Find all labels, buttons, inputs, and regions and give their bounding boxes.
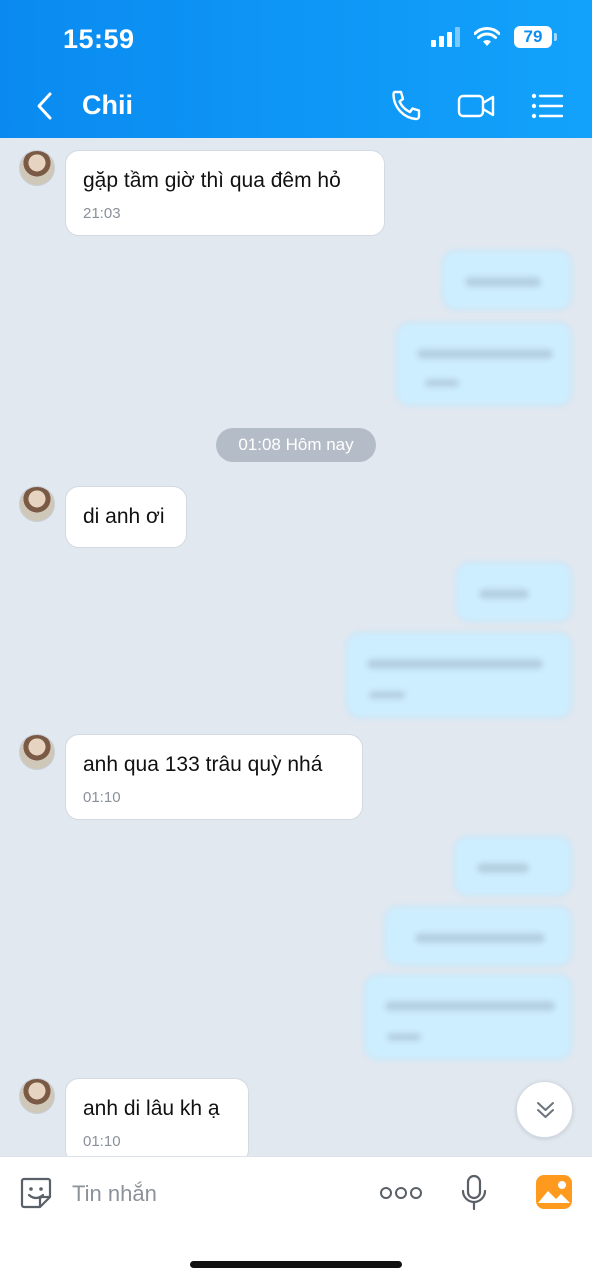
voice-message-button[interactable] bbox=[460, 1173, 488, 1218]
date-divider: 01:08 Hôm nay bbox=[216, 428, 376, 462]
chat-options-button[interactable] bbox=[527, 86, 567, 126]
message-input-bar: Tin nhắn bbox=[0, 1156, 592, 1280]
contact-avatar[interactable] bbox=[19, 1078, 55, 1114]
chat-header: 15:59 79 Chii bbox=[0, 0, 592, 138]
phone-icon bbox=[392, 90, 421, 121]
incoming-message[interactable]: gặp tầm giờ thì qua đêm hỏ 21:03 bbox=[65, 150, 385, 236]
message-text: gặp tầm giờ thì qua đêm hỏ bbox=[83, 169, 341, 192]
outgoing-message[interactable] bbox=[442, 250, 572, 310]
more-options-button[interactable] bbox=[379, 1181, 423, 1210]
double-chevron-down-icon bbox=[537, 1102, 554, 1118]
status-icons: 79 bbox=[431, 26, 557, 48]
message-text: anh qua 133 trâu quỳ nhá bbox=[83, 753, 323, 776]
wifi-icon bbox=[474, 27, 500, 46]
back-button[interactable] bbox=[30, 88, 62, 124]
message-list[interactable]: gặp tầm giờ thì qua đêm hỏ 21:03 01:08 H… bbox=[0, 138, 592, 1156]
contact-name[interactable]: Chii bbox=[82, 90, 133, 121]
outgoing-message[interactable] bbox=[454, 836, 572, 896]
outgoing-message[interactable] bbox=[384, 906, 572, 966]
cellular-signal-icon bbox=[431, 27, 460, 47]
voice-call-button[interactable] bbox=[386, 86, 426, 126]
status-time: 15:59 bbox=[63, 24, 135, 54]
scroll-to-bottom-button[interactable] bbox=[516, 1081, 573, 1138]
message-time: 01:10 bbox=[83, 1133, 121, 1150]
message-time: 01:10 bbox=[83, 789, 121, 806]
battery-indicator: 79 bbox=[514, 26, 557, 48]
more-dots-icon bbox=[380, 1187, 422, 1199]
image-gallery-icon bbox=[536, 1175, 572, 1209]
outgoing-message[interactable] bbox=[396, 322, 572, 406]
incoming-message[interactable]: anh di lâu kh ạ 01:10 bbox=[65, 1078, 249, 1156]
message-text: anh di lâu kh ạ bbox=[83, 1097, 220, 1120]
video-call-button[interactable] bbox=[456, 86, 496, 126]
message-text: di anh ơi bbox=[83, 505, 165, 528]
list-menu-icon bbox=[531, 93, 564, 119]
incoming-message[interactable]: anh qua 133 trâu quỳ nhá 01:10 bbox=[65, 734, 363, 820]
image-picker-button[interactable] bbox=[534, 1173, 574, 1216]
microphone-icon bbox=[461, 1174, 487, 1211]
contact-avatar[interactable] bbox=[19, 150, 55, 186]
chevron-left-icon bbox=[37, 92, 52, 120]
video-camera-icon bbox=[457, 94, 495, 118]
home-indicator bbox=[190, 1261, 402, 1268]
emoji-sticker-icon bbox=[20, 1177, 52, 1209]
message-input[interactable]: Tin nhắn bbox=[72, 1181, 157, 1207]
sticker-button[interactable] bbox=[18, 1175, 54, 1216]
contact-avatar[interactable] bbox=[19, 486, 55, 522]
contact-avatar[interactable] bbox=[19, 734, 55, 770]
outgoing-message[interactable] bbox=[364, 974, 572, 1060]
message-time: 21:03 bbox=[83, 205, 121, 222]
incoming-message[interactable]: di anh ơi bbox=[65, 486, 187, 548]
outgoing-message[interactable] bbox=[346, 632, 572, 718]
outgoing-message[interactable] bbox=[456, 562, 572, 622]
